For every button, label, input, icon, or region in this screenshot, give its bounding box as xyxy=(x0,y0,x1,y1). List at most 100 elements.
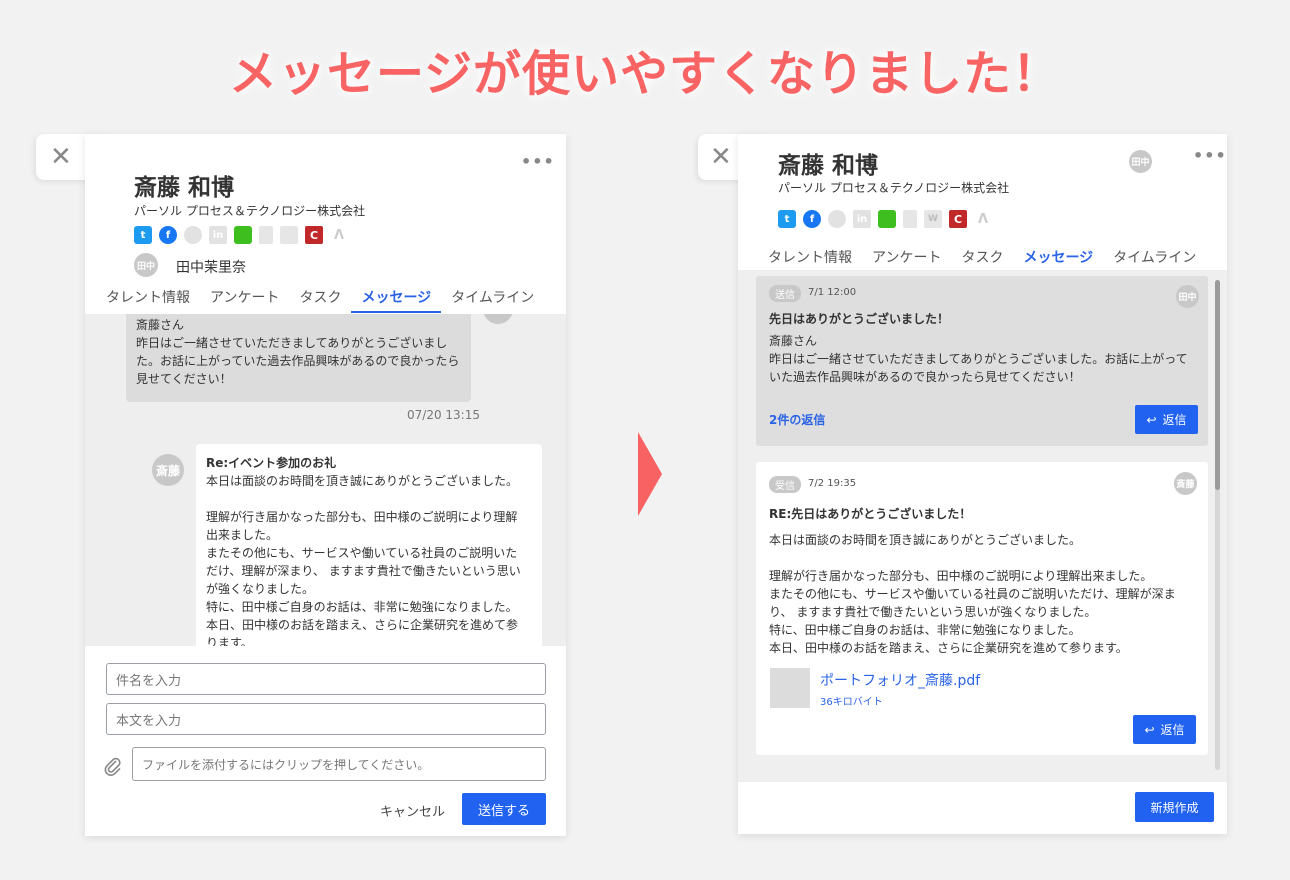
sns-links: t f in W C Λ xyxy=(778,210,992,228)
received-message-card[interactable]: 受信 7/2 19:35 斎藤 RE:先日はありがとうございました！ 本日は面談… xyxy=(756,462,1208,755)
received-badge: 受信 xyxy=(769,476,801,493)
old-tabs: タレント情報 アンケート タスク メッセージ タイムライン xyxy=(96,287,544,313)
msg-line: 本日、田中様のお話を踏まえ、さらに企業研究を進めて参 xyxy=(206,618,519,632)
recruiter-avatar: 田中 xyxy=(134,253,158,277)
sent-message-card[interactable]: 送信 7/1 12:00 田中 先日はありがとうございました！ 斎藤さん 昨日は… xyxy=(756,276,1208,446)
new-message-area[interactable]: 送信 7/1 12:00 田中 先日はありがとうございました！ 斎藤さん 昨日は… xyxy=(738,270,1227,782)
mail-icon[interactable] xyxy=(280,226,298,244)
message-subject: RE:先日はありがとうございました！ xyxy=(769,507,972,521)
tab-talent[interactable]: タレント情報 xyxy=(96,287,200,313)
company-name: パーソル プロセス＆テクノロジー株式会社 xyxy=(134,204,366,218)
headline: メッセージが使いやすくなりました！ xyxy=(228,46,1062,102)
cc-icon[interactable]: C xyxy=(305,226,323,244)
doc-icon[interactable] xyxy=(259,226,273,244)
sender-avatar: 斎藤 xyxy=(1174,472,1197,495)
lambda-icon[interactable]: Λ xyxy=(974,210,992,228)
message-time: 07/20 13:15 xyxy=(407,408,480,422)
recruiter-name: 田中茉里奈 xyxy=(176,260,246,276)
twitter-icon[interactable]: t xyxy=(778,210,796,228)
github-icon[interactable] xyxy=(184,226,202,244)
msg-line: 本日は面談のお時間を頂き誠にありがとうございました。 xyxy=(206,474,519,488)
profile-name: 斎藤 和博 xyxy=(134,175,235,201)
body-input[interactable]: 本文を入力 xyxy=(106,703,546,735)
profile-name: 斎藤 和博 xyxy=(778,153,879,179)
reply-icon: ↩ xyxy=(1146,412,1157,427)
close-icon[interactable]: ✕ xyxy=(710,142,732,172)
tab-survey[interactable]: アンケート xyxy=(200,287,289,313)
file-link[interactable]: ポートフォリオ_斎藤.pdf xyxy=(820,670,980,690)
message-subject: 先日はありがとうございました！ xyxy=(769,312,950,326)
msg-line: が強くなりました。 xyxy=(206,582,315,596)
old-received-message: Re:イベント参加のお礼 本日は面談のお時間を頂き誠にありがとうございました。 … xyxy=(196,444,542,646)
msg-line: 理解が行き届かなった部分も、田中様のご説明により理解 xyxy=(206,510,518,524)
cc-icon[interactable]: C xyxy=(949,210,967,228)
message-body: 斎藤さん 昨日はご一緒させていただきましてありがとうございました。お話に上がって… xyxy=(769,332,1188,386)
more-icon[interactable]: ••• xyxy=(1193,146,1227,165)
reply-button[interactable]: ↩ 返信 xyxy=(1133,715,1196,744)
msg-line: 昨日はご一緒させていただきましてありがとうございました。お話に上がって xyxy=(769,352,1188,366)
sender-avatar: 田中 xyxy=(1176,285,1199,308)
facebook-icon[interactable]: f xyxy=(159,226,177,244)
msg-line: 本日、田中様のお話を踏まえ、さらに企業研究を進めて参ります。 xyxy=(769,641,1128,655)
tab-task[interactable]: タスク xyxy=(289,287,351,313)
msg-line: 理解が行き届かなった部分も、田中様のご説明により理解出来ました。 xyxy=(769,569,1153,583)
old-message-area[interactable]: 斎藤さん 昨日はご一緒させていただきましてありがとうございまし た。お話に上がっ… xyxy=(85,314,566,646)
message-time: 7/2 19:35 xyxy=(808,478,857,489)
candidate-avatar: 斎藤 xyxy=(152,454,184,486)
facebook-icon[interactable]: f xyxy=(803,210,821,228)
msg-line: 見せてください！ xyxy=(136,372,232,386)
arrow-right-icon xyxy=(638,432,662,516)
old-sent-message: 斎藤さん 昨日はご一緒させていただきましてありがとうございまし た。お話に上がっ… xyxy=(126,314,471,402)
msg-line: 出来ました。 xyxy=(206,528,279,542)
message-time: 7/1 12:00 xyxy=(808,287,857,298)
msg-line: 特に、田中様ご自身のお話は、非常に勉強になりました。 xyxy=(206,600,518,614)
github-icon[interactable] xyxy=(828,210,846,228)
msg-line: またその他にも、サービスや働いている社員のご説明いただけ、理解が深ま xyxy=(769,587,1176,601)
tab-timeline[interactable]: タイムライン xyxy=(441,287,544,313)
tab-message[interactable]: メッセージ xyxy=(351,287,441,313)
recruiter-avatar-top xyxy=(483,314,513,324)
msg-subject: Re:イベント参加のお礼 xyxy=(206,456,337,470)
replies-link[interactable]: 2件の返信 xyxy=(769,411,825,428)
message-body: 本日は面談のお時間を頂き誠にありがとうございました。 理解が行き届かなった部分も… xyxy=(769,531,1176,657)
linkedin-icon[interactable]: in xyxy=(209,226,227,244)
msg-line: だけ、理解が深まり、 ますます貴社で働きたいという思い xyxy=(206,564,521,578)
msg-line: ります。 xyxy=(206,636,253,646)
msg-line: た。お話に上がっていた過去作品興味があるので良かったら xyxy=(136,354,460,368)
msg-line: 本日は面談のお時間を頂き誠にありがとうございました。 xyxy=(769,533,1082,547)
msg-line: 斎藤さん xyxy=(136,318,185,332)
file-attach-input[interactable]: ファイルを添付するにはクリップを押してください。 xyxy=(132,747,546,781)
file-size: 36キロバイト xyxy=(820,697,883,708)
msg-line: いた過去作品興味があるので良かったら見せてください！ xyxy=(769,370,1081,384)
recruiter-avatar: 田中 xyxy=(1129,150,1152,173)
lambda-icon[interactable]: Λ xyxy=(330,226,348,244)
wantedly-icon[interactable]: W xyxy=(924,210,942,228)
subject-input[interactable]: 件名を入力 xyxy=(106,663,546,695)
new-message-button[interactable]: 新規作成 xyxy=(1135,792,1214,822)
linkedin-icon[interactable]: in xyxy=(853,210,871,228)
msg-line xyxy=(206,490,532,508)
doc-icon[interactable] xyxy=(903,210,917,228)
reply-label: 返信 xyxy=(1160,723,1185,737)
cancel-button[interactable]: キャンセル xyxy=(380,801,445,820)
scrollbar[interactable] xyxy=(1215,280,1220,770)
send-button[interactable]: 送信する xyxy=(462,793,546,825)
msg-line xyxy=(769,549,1176,567)
file-thumbnail[interactable] xyxy=(770,668,810,708)
company-name: パーソル プロセス＆テクノロジー株式会社 xyxy=(778,181,1010,195)
chat-icon[interactable] xyxy=(234,226,252,244)
msg-line: り、 ますます貴社で働きたいという思いが強くなりました。 xyxy=(769,605,1097,619)
msg-line: 斎藤さん xyxy=(769,334,818,348)
twitter-icon[interactable]: t xyxy=(134,226,152,244)
msg-line: 昨日はご一緒させていただきましてありがとうございまし xyxy=(136,336,448,350)
close-icon[interactable]: ✕ xyxy=(50,142,72,172)
more-icon[interactable]: ••• xyxy=(521,152,555,171)
sns-links: t f in C Λ xyxy=(134,226,348,244)
chat-icon[interactable] xyxy=(878,210,896,228)
reply-button[interactable]: ↩ 返信 xyxy=(1135,405,1198,434)
reply-icon: ↩ xyxy=(1144,722,1155,737)
msg-line: 特に、田中様ご自身のお話は、非常に勉強になりました。 xyxy=(769,623,1081,637)
reply-label: 返信 xyxy=(1162,413,1187,427)
paperclip-icon[interactable] xyxy=(103,756,123,776)
scrollbar-thumb[interactable] xyxy=(1215,280,1220,490)
